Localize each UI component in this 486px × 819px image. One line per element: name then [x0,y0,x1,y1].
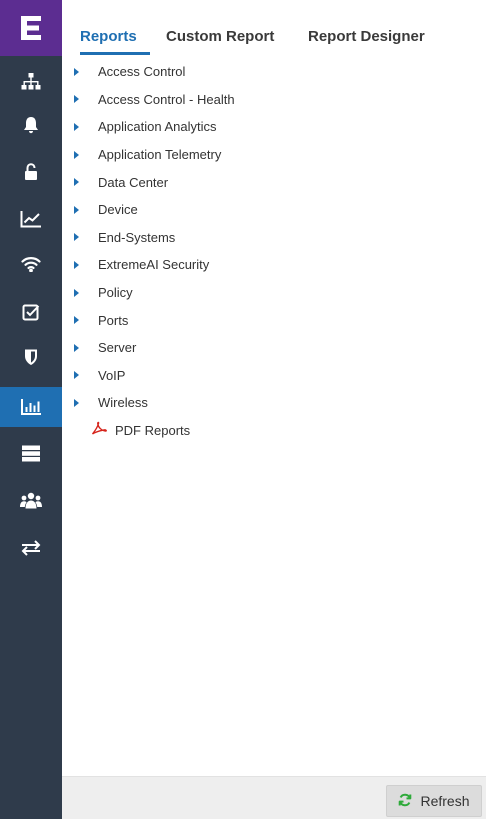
shield-icon[interactable] [0,337,62,377]
tab-report-designer[interactable]: Report Designer [308,28,425,45]
tree-folder-label: End-Systems [98,229,176,245]
tree-folder-access-control-health[interactable]: Access Control - Health [62,86,486,114]
expand-arrow-icon[interactable] [74,233,79,242]
server-icon[interactable] [0,433,62,473]
expand-arrow-icon[interactable] [74,371,79,380]
tree-folder-label: Access Control - Health [98,91,235,107]
pdf-reports-label: PDF Reports [115,423,191,439]
tree-folder-label: ExtremeAI Security [98,257,210,273]
refresh-button[interactable]: Refresh [386,785,482,817]
tree-folder-label: Application Telemetry [98,147,222,163]
expand-arrow-icon[interactable] [74,260,79,269]
expand-arrow-icon[interactable] [74,316,79,325]
tree-folder-label: Wireless [98,395,148,411]
report-tree: Access Control Access Control - Health A… [62,58,486,444]
tree-folder-label: VoIP [98,367,126,383]
active-tab-indicator [80,52,150,55]
bell-icon[interactable] [0,105,62,145]
tree-folder-label: Device [98,202,138,218]
users-icon[interactable] [0,481,62,521]
tab-custom-report[interactable]: Custom Report [166,28,274,45]
tree-folder-data-center[interactable]: Data Center [62,168,486,196]
tree-folder-server[interactable]: Server [62,334,486,362]
panel-footer: Refresh [62,776,486,819]
expand-arrow-icon[interactable] [74,150,79,159]
line-chart-icon[interactable] [0,199,62,239]
expand-arrow-icon[interactable] [74,205,79,214]
bar-chart-icon[interactable] [0,387,62,427]
tree-folder-access-control[interactable]: Access Control [62,58,486,86]
wifi-icon[interactable] [0,244,62,284]
expand-arrow-icon[interactable] [74,178,79,187]
expand-arrow-icon[interactable] [74,288,79,297]
expand-arrow-icon[interactable] [74,343,79,352]
tab-bar: Reports Custom Report Report Designer [62,0,486,56]
arrows-exchange-icon[interactable] [0,528,62,568]
expand-arrow-icon[interactable] [74,67,79,76]
tree-folder-voip[interactable]: VoIP [62,362,486,390]
tree-item-pdf-reports[interactable]: PDF Reports [62,417,486,445]
tree-folder-label: Server [98,340,137,356]
checkbox-icon[interactable] [0,292,62,332]
tab-reports[interactable]: Reports [80,28,137,45]
reports-panel: Reports Custom Report Report Designer Ac… [62,0,486,819]
tree-folder-policy[interactable]: Policy [62,279,486,307]
tree-folder-label: Ports [98,312,129,328]
expand-arrow-icon[interactable] [74,122,79,131]
tree-folder-label: Application Analytics [98,119,217,135]
extreme-e-logo[interactable] [0,0,62,56]
refresh-label: Refresh [420,793,470,809]
expand-arrow-icon[interactable] [74,95,79,104]
unlock-icon[interactable] [0,152,62,192]
tree-folder-wireless[interactable]: Wireless [62,389,486,417]
expand-arrow-icon[interactable] [74,398,79,407]
sidebar [0,0,62,819]
refresh-icon [398,793,412,810]
tree-folder-application-analytics[interactable]: Application Analytics [62,113,486,141]
tree-folder-application-telemetry[interactable]: Application Telemetry [62,141,486,169]
tree-folder-label: Data Center [98,174,169,190]
tree-folder-extremeai-security[interactable]: ExtremeAI Security [62,251,486,279]
tree-folder-end-systems[interactable]: End-Systems [62,224,486,252]
tree-folder-device[interactable]: Device [62,196,486,224]
pdf-icon [91,421,107,440]
tree-folder-ports[interactable]: Ports [62,306,486,334]
tree-folder-label: Access Control [98,64,186,80]
tree-folder-label: Policy [98,285,133,301]
network-hierarchy-icon[interactable] [0,62,62,102]
